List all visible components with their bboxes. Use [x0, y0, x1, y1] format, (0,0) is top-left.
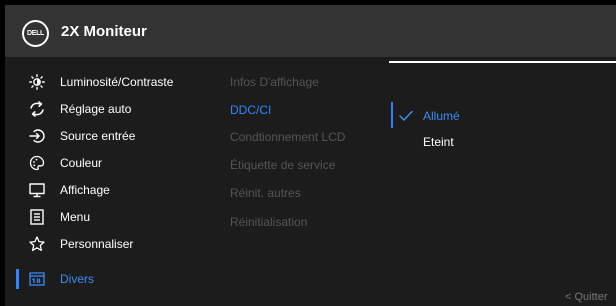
menu-item-label: Divers — [60, 272, 95, 286]
osd-panel: DELL 2X Moniteur Luminosité/Contraste Ré… — [5, 5, 616, 306]
menu-item-others[interactable]: Divers — [5, 266, 205, 292]
menu-item-auto-adjust[interactable]: Réglage auto — [5, 96, 205, 122]
input-source-icon — [29, 128, 45, 144]
submenu-display-info[interactable]: Infos D'affichage — [230, 75, 319, 89]
dell-logo: DELL — [22, 20, 49, 47]
checkmark-icon — [399, 109, 413, 121]
palette-icon — [29, 155, 45, 171]
menu-item-label: Réglage auto — [60, 102, 132, 116]
brightness-icon — [29, 74, 45, 90]
submenu-factory-reset[interactable]: Réinitialisation — [230, 215, 307, 229]
menu-item-label: Menu — [60, 210, 91, 224]
osd-header: DELL 2X Moniteur — [5, 5, 616, 57]
monitor-title: 2X Moniteur — [61, 23, 147, 40]
menu-item-input-source[interactable]: Source entrée — [5, 123, 205, 149]
star-icon — [29, 236, 45, 252]
submenu-service-tag[interactable]: Étiquette de service — [230, 158, 335, 172]
auto-adjust-icon — [29, 101, 45, 117]
submenu-reset-others[interactable]: Réinit. autres — [230, 186, 301, 200]
menu-item-personalize[interactable]: Personnaliser — [5, 231, 205, 257]
submenu-lcd-conditioning[interactable]: Condtionnement LCD — [230, 130, 345, 144]
quit-button[interactable]: < Quitter — [565, 291, 608, 303]
option-on[interactable]: Allumé — [423, 109, 460, 123]
menu-item-label: Source entrée — [60, 129, 136, 143]
option-selection-bar — [391, 102, 393, 128]
menu-icon — [29, 209, 45, 225]
menu-item-label: Couleur — [60, 156, 103, 170]
menu-item-menu[interactable]: Menu — [5, 204, 205, 230]
menu-item-display[interactable]: Affichage — [5, 177, 205, 203]
others-icon — [29, 271, 45, 287]
option-off[interactable]: Eteint — [423, 135, 454, 149]
menu-item-brightness-contrast[interactable]: Luminosité/Contraste — [5, 69, 205, 95]
display-icon — [29, 182, 45, 198]
submenu-ddc-ci[interactable]: DDC/CI — [230, 103, 271, 117]
menu-item-label: Luminosité/Contraste — [60, 75, 174, 89]
header-divider — [389, 61, 616, 63]
menu-item-label: Affichage — [60, 183, 110, 197]
menu-item-color[interactable]: Couleur — [5, 150, 205, 176]
menu-item-label: Personnaliser — [60, 237, 134, 251]
